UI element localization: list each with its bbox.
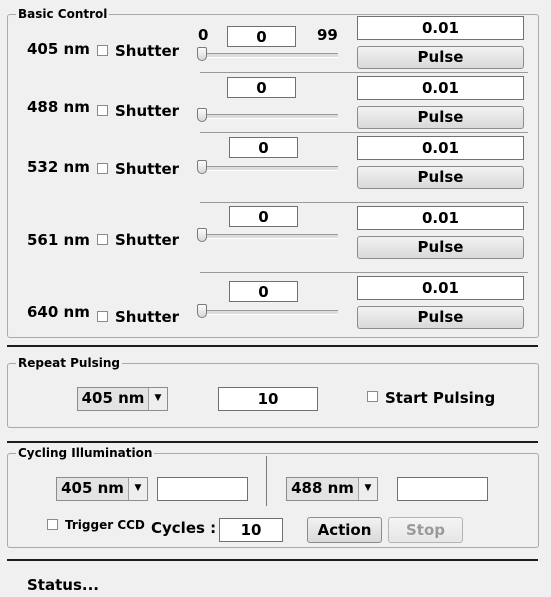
power-slider-405[interactable] [198,53,338,58]
row-divider [200,272,528,273]
power-slider-561[interactable] [198,234,338,239]
slider-value-561[interactable]: 0 [229,206,298,227]
cycle-wavelength-b-dropdown[interactable]: 488 nm ▼ [286,477,378,501]
wavelength-label-405: 405 nm [27,40,90,58]
dropdown-value: 405 nm [61,479,124,497]
cycle-value-b-input[interactable] [397,477,488,501]
power-slider-640[interactable] [198,310,338,315]
power-slider-532[interactable] [198,166,338,171]
slider-value-640[interactable]: 0 [229,281,298,302]
shutter-label: Shutter [115,308,180,326]
cycle-value-a-input[interactable] [157,477,248,501]
shutter-checkbox-640[interactable] [97,311,108,322]
shutter-checkbox-405[interactable] [97,45,108,56]
wavelength-label-640: 640 nm [27,303,90,321]
row-divider [200,132,528,133]
pulse-button-405[interactable]: Pulse [357,46,524,69]
start-pulsing-checkbox[interactable] [367,391,378,402]
trigger-ccd-label: Trigger CCD [65,518,145,532]
duration-input-488[interactable]: 0.01 [357,76,524,100]
trigger-ccd-checkbox[interactable] [47,519,58,530]
power-slider-488[interactable] [198,114,338,119]
chevron-down-icon[interactable]: ▼ [128,478,147,500]
row-divider [200,72,528,73]
pulse-button-488[interactable]: Pulse [357,106,524,129]
wavelength-label-532: 532 nm [27,158,90,176]
status-text: Status... [27,576,99,594]
dropdown-value: 488 nm [291,479,354,497]
duration-input-405[interactable]: 0.01 [357,16,524,40]
basic-control-title: Basic Control [16,7,110,21]
shutter-label: Shutter [115,231,180,249]
wavelength-label-488: 488 nm [27,98,90,116]
duration-input-561[interactable]: 0.01 [357,206,524,230]
cycles-label: Cycles : [151,519,217,537]
section-separator [7,441,538,443]
pulse-button-532[interactable]: Pulse [357,166,524,189]
slider-max-label: 99 [317,26,338,44]
section-separator [7,345,538,347]
repeat-count-input[interactable]: 10 [218,387,318,411]
shutter-label: Shutter [115,102,180,120]
duration-input-640[interactable]: 0.01 [357,276,524,300]
slider-value-488[interactable]: 0 [227,77,296,98]
slider-value-405[interactable]: 0 [227,26,296,47]
slider-value-532[interactable]: 0 [229,137,298,158]
cycle-wavelength-a-dropdown[interactable]: 405 nm ▼ [56,477,148,501]
wavelength-label-561: 561 nm [27,231,90,249]
action-button[interactable]: Action [307,517,382,543]
slider-thumb[interactable] [197,108,207,122]
pulse-button-640[interactable]: Pulse [357,306,524,329]
dropdown-value: 405 nm [81,389,145,407]
repeat-pulsing-title: Repeat Pulsing [16,356,122,370]
shutter-checkbox-532[interactable] [97,163,108,174]
shutter-checkbox-488[interactable] [97,105,108,116]
vertical-divider [266,456,267,506]
start-pulsing-label: Start Pulsing [385,389,496,407]
slider-min-label: 0 [198,26,209,44]
slider-thumb[interactable] [197,160,207,174]
slider-thumb[interactable] [197,228,207,242]
row-divider [200,202,528,203]
cycles-input[interactable]: 10 [219,518,283,542]
shutter-checkbox-561[interactable] [97,234,108,245]
pulse-button-561[interactable]: Pulse [357,236,524,259]
stop-button[interactable]: Stop [388,517,463,543]
slider-thumb[interactable] [197,47,207,61]
chevron-down-icon[interactable]: ▼ [358,478,377,500]
cycling-illumination-title: Cycling Illumination [16,446,155,460]
repeat-wavelength-dropdown[interactable]: 405 nm ▼ [77,387,168,411]
duration-input-532[interactable]: 0.01 [357,136,524,160]
shutter-label: Shutter [115,160,180,178]
section-separator [7,559,538,561]
chevron-down-icon[interactable]: ▼ [148,388,167,410]
shutter-label: Shutter [115,42,180,60]
slider-thumb[interactable] [197,304,207,318]
